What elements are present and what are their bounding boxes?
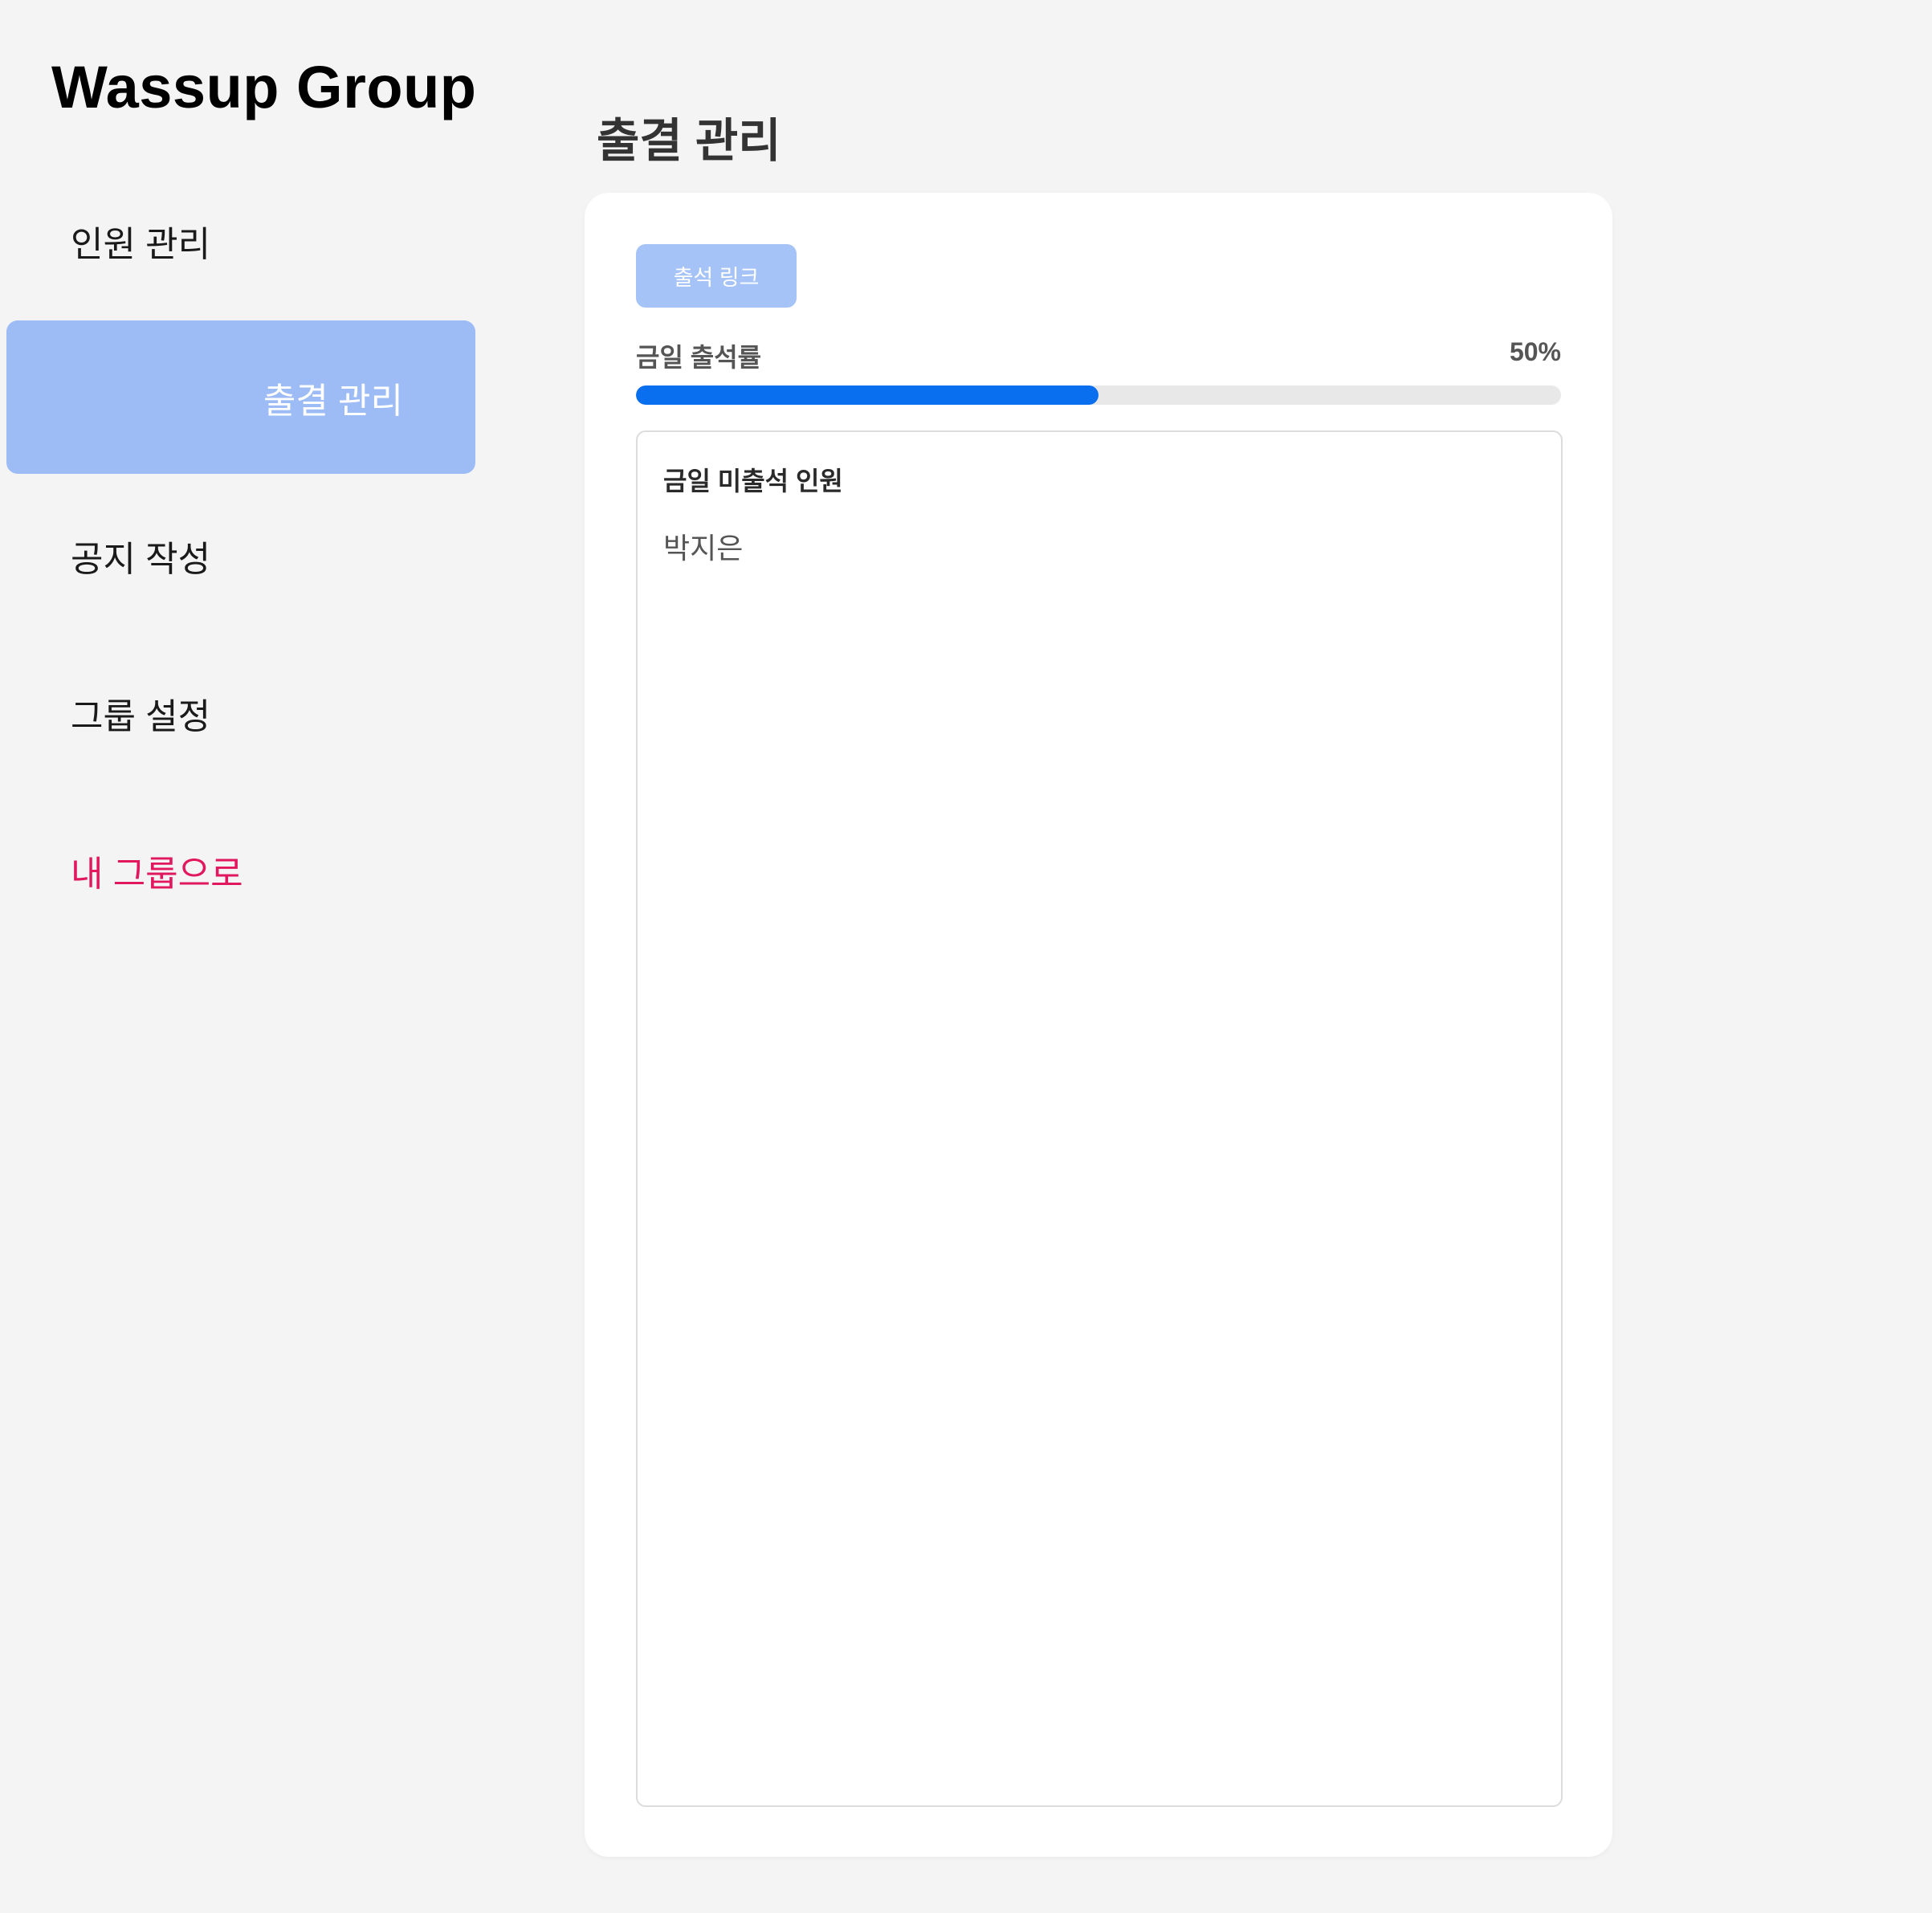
sidebar-item-my-group[interactable]: 내 그룹으로: [71, 845, 243, 896]
absent-members-list: 박지은: [663, 525, 743, 567]
absent-members-panel: 금일 미출석 인원 박지은: [636, 430, 1563, 1807]
absent-members-title: 금일 미출석 인원: [663, 467, 843, 496]
brand-title: Wassup Group: [51, 54, 477, 120]
sidebar-item-members[interactable]: 인원 관리: [71, 215, 210, 267]
attendance-card: 출석 링크 금일 출석률 50% 금일 미출석 인원 박지은: [585, 193, 1612, 1857]
attendance-progress-bar: [636, 385, 1561, 405]
absent-member-item: 박지은: [663, 532, 744, 565]
attendance-progress-fill: [636, 385, 1098, 405]
attendance-rate-value: 50%: [1509, 337, 1561, 366]
attendance-rate-label: 금일 출석률: [636, 343, 762, 372]
attendance-link-button[interactable]: 출석 링크: [636, 244, 797, 308]
sidebar-item-group-settings[interactable]: 그룹 설정: [71, 687, 210, 739]
sidebar: Wassup Group 인원 관리 출결 관리 공지 작성 그룹 설정 내 그…: [0, 0, 482, 1913]
page-title: 출결 관리: [597, 115, 781, 167]
sidebar-item-attendance[interactable]: 출결 관리: [6, 320, 475, 474]
sidebar-item-notice[interactable]: 공지 작성: [71, 530, 210, 581]
sidebar-item-label: 출결 관리: [263, 381, 403, 421]
